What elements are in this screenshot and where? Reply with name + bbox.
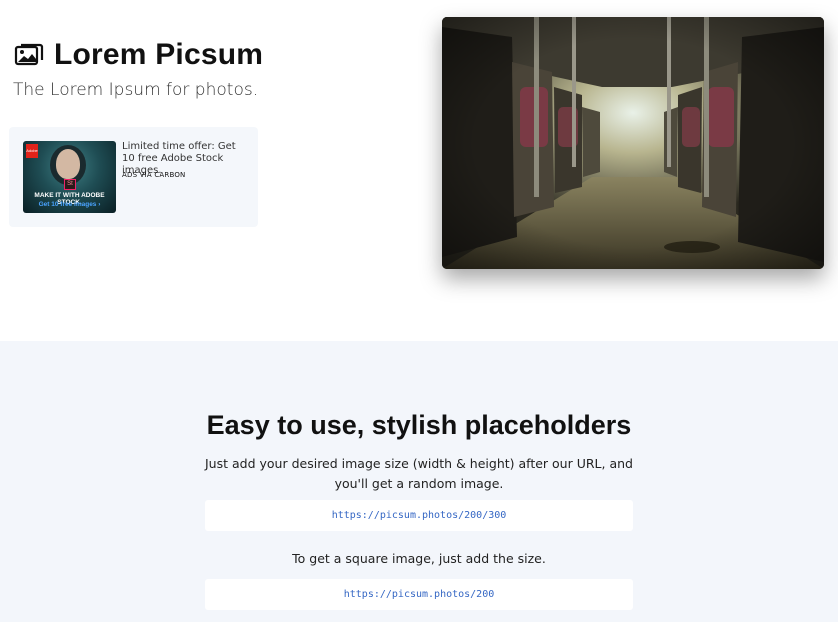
brand[interactable]: Lorem Picsum bbox=[14, 38, 263, 72]
hero-photo bbox=[442, 17, 824, 269]
brand-title: Lorem Picsum bbox=[54, 38, 264, 71]
example-url-rect[interactable]: https://picsum.photos/200/300 bbox=[205, 500, 633, 531]
usage-title: Easy to use, stylish placeholders bbox=[206, 410, 632, 440]
ad-image-line2: Get 10 free images › bbox=[38, 201, 101, 208]
ad-image-face bbox=[56, 149, 80, 179]
ad-image[interactable]: Adobe St MAKE IT WITH ADOBE STOCK. Get 1… bbox=[23, 141, 116, 213]
bus-interior-photo bbox=[442, 17, 824, 269]
ad-via-link[interactable]: ADS VIA CARBON bbox=[122, 171, 185, 179]
usage-section: Easy to use, stylish placeholders Just a… bbox=[0, 341, 838, 622]
stock-badge: St bbox=[64, 179, 76, 190]
tagline: The Lorem Ipsum for photos. bbox=[13, 80, 259, 100]
images-icon bbox=[14, 43, 44, 66]
adobe-logo-icon: Adobe bbox=[26, 144, 38, 158]
example-url-square[interactable]: https://picsum.photos/200 bbox=[205, 579, 633, 610]
carbon-ad[interactable]: Adobe St MAKE IT WITH ADOBE STOCK. Get 1… bbox=[9, 127, 258, 227]
square-description: To get a square image, just add the size… bbox=[292, 551, 546, 566]
usage-description: Just add your desired image size (width … bbox=[205, 456, 633, 491]
hero-section: Lorem Picsum The Lorem Ipsum for photos.… bbox=[0, 0, 838, 341]
